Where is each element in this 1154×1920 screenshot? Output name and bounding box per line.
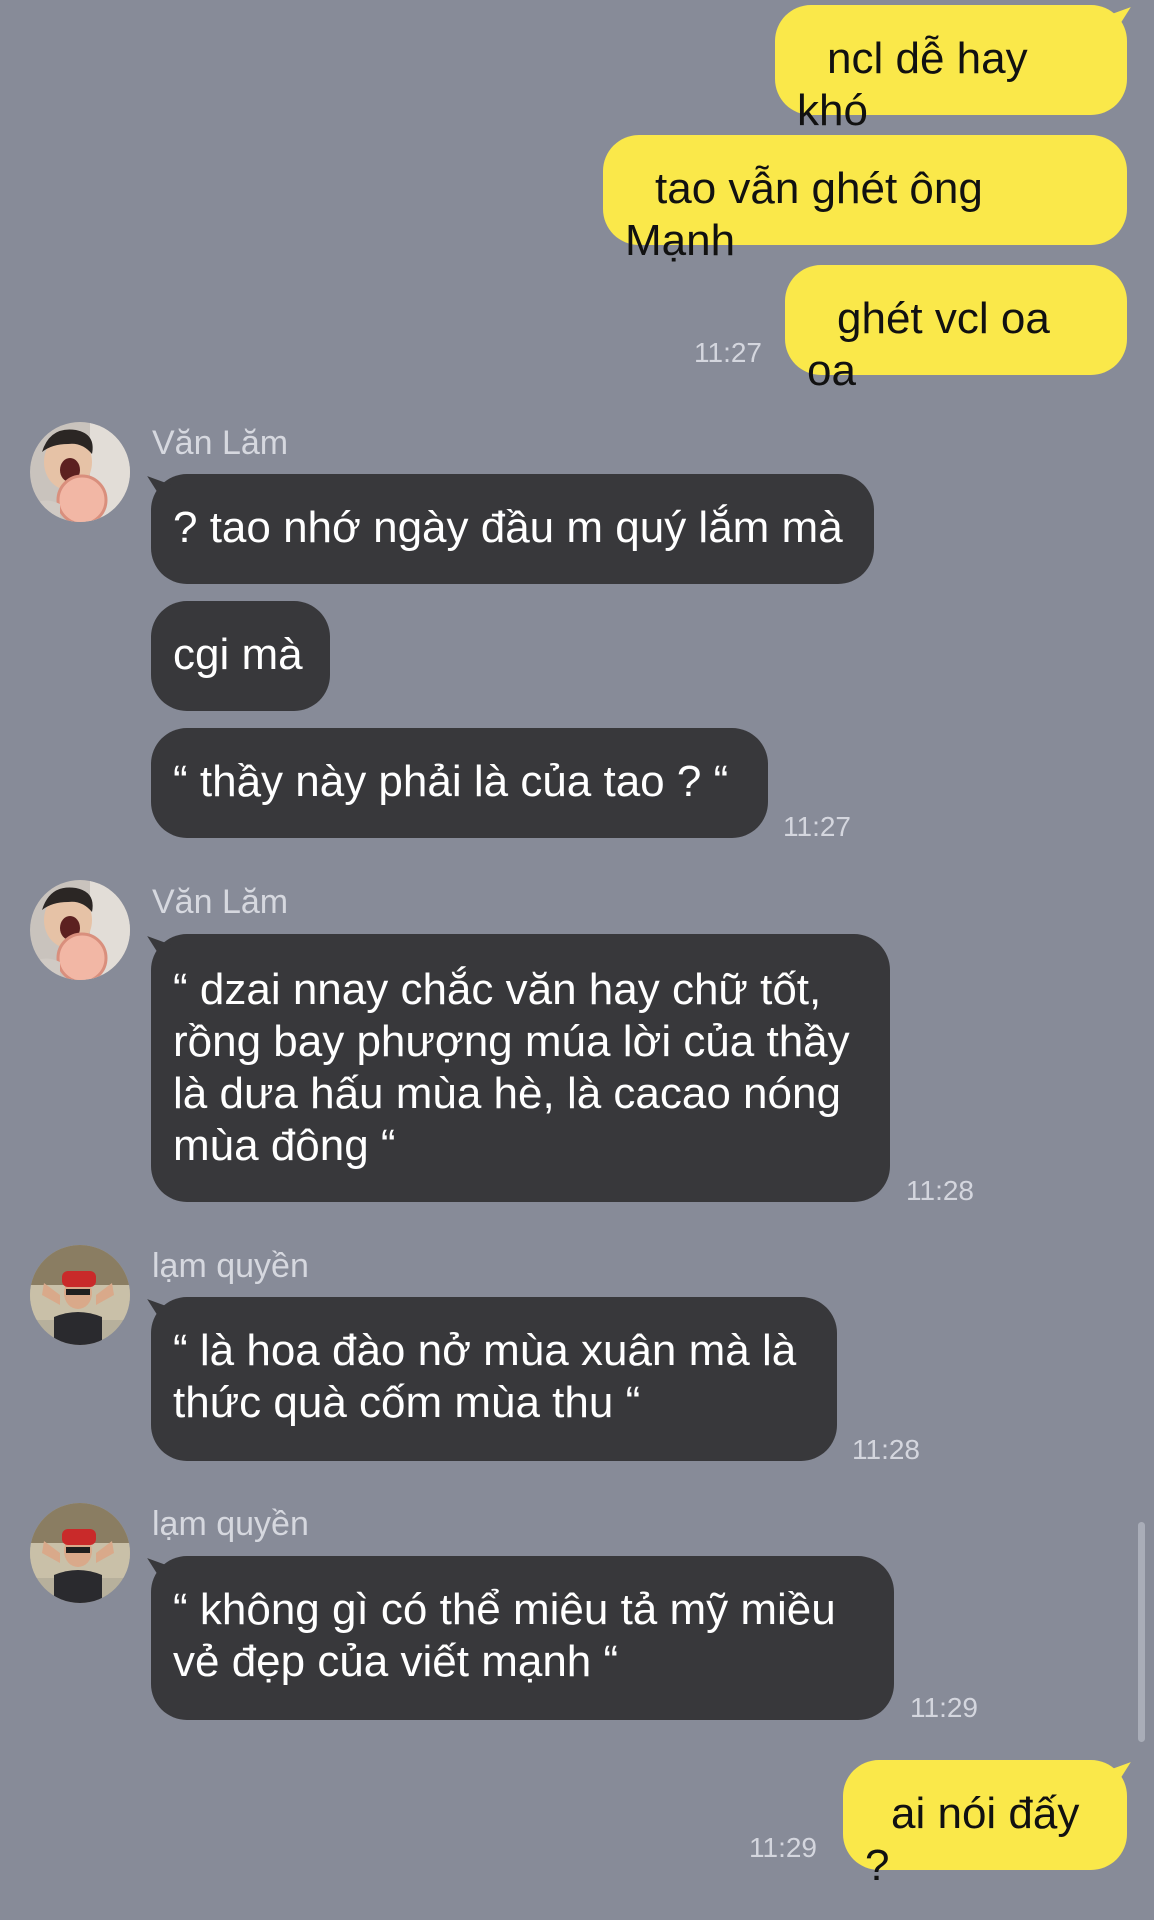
message-line: vẻ đẹp của viết mạnh “ xyxy=(173,1637,619,1686)
incoming-message[interactable]: “ không gì có thể miêu tả mỹ miều vẻ đẹp… xyxy=(151,1556,894,1720)
message-text: cgi mà xyxy=(173,630,303,679)
message-timestamp: 11:27 xyxy=(694,337,762,368)
message-line: “ là hoa đào nở mùa xuân mà là xyxy=(173,1326,797,1375)
avatar-photo-icon xyxy=(30,1245,130,1345)
message-timestamp: 11:29 xyxy=(749,1832,817,1863)
avatar-photo-icon xyxy=(30,880,130,980)
outgoing-message[interactable]: ghét vcl oa oa xyxy=(785,265,1127,395)
avatar[interactable] xyxy=(30,1245,130,1345)
message-timestamp: 11:29 xyxy=(910,1692,978,1723)
sender-name: Văn Lăm xyxy=(152,883,289,921)
message-timestamp: 11:28 xyxy=(852,1434,920,1465)
avatar-photo-icon xyxy=(30,1503,130,1603)
message-line: rồng bay phượng múa lời của thầy xyxy=(173,1017,850,1066)
sender-name: lạm quyền xyxy=(152,1247,309,1285)
message-text: ? tao nhớ ngày đầu m quý lắm mà xyxy=(173,503,843,552)
avatar[interactable] xyxy=(30,1503,130,1603)
message-line: mùa đông “ xyxy=(173,1121,396,1170)
message-line: thức quà cốm mùa thu “ xyxy=(173,1378,641,1427)
incoming-message[interactable]: ? tao nhớ ngày đầu m quý lắm mà xyxy=(151,474,874,584)
incoming-message[interactable]: “ là hoa đào nở mùa xuân mà là thức quà … xyxy=(151,1297,837,1461)
message-timestamp: 11:27 xyxy=(783,811,851,842)
incoming-message[interactable]: “ dzai nnay chắc văn hay chữ tốt, rồng b… xyxy=(151,934,890,1202)
sender-name: lạm quyền xyxy=(152,1505,309,1543)
message-text: ncl dễ hay khó xyxy=(797,34,1028,135)
message-text: ai nói đấy ? xyxy=(865,1789,1080,1890)
scrollbar[interactable] xyxy=(1138,1522,1145,1742)
avatar-photo-icon xyxy=(30,422,130,522)
message-text: ghét vcl oa oa xyxy=(807,294,1050,395)
message-line: “ dzai nnay chắc văn hay chữ tốt, xyxy=(173,965,822,1014)
message-text: “ thầy này phải là của tao ? “ xyxy=(173,757,729,806)
sender-name: Văn Lăm xyxy=(152,424,289,462)
chat-thread[interactable]: ncl dễ hay khó tao vẫn ghét ông Mạnh ghé… xyxy=(0,0,1154,1920)
message-text: tao vẫn ghét ông Mạnh xyxy=(625,164,983,265)
avatar[interactable] xyxy=(30,880,130,980)
incoming-message[interactable]: “ thầy này phải là của tao ? “ xyxy=(151,728,768,838)
avatar[interactable] xyxy=(30,422,130,522)
incoming-message[interactable]: cgi mà xyxy=(151,601,330,711)
outgoing-message[interactable]: tao vẫn ghét ông Mạnh xyxy=(603,135,1127,265)
message-timestamp: 11:28 xyxy=(906,1175,974,1206)
outgoing-message[interactable]: ncl dễ hay khó xyxy=(775,5,1127,135)
message-line: “ không gì có thể miêu tả mỹ miều xyxy=(173,1585,836,1634)
outgoing-message[interactable]: ai nói đấy ? xyxy=(843,1760,1127,1890)
message-line: là dưa hấu mùa hè, là cacao nóng xyxy=(173,1069,841,1118)
